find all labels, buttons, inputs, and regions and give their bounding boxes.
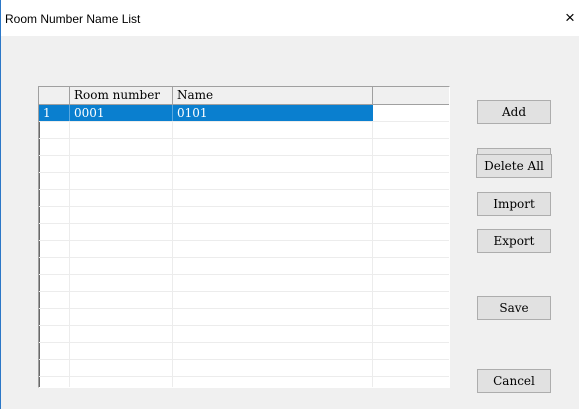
grid-line (39, 325, 449, 326)
grid-line (172, 105, 173, 387)
window-title: Room Number Name List (5, 12, 141, 26)
add-button[interactable]: Add (477, 100, 551, 124)
column-header-room-number[interactable]: Room number (70, 87, 172, 104)
grid-line (39, 308, 449, 309)
dialog-client-area: Room number Name 1 0001 0101 Add Delete … (1, 36, 579, 409)
grid-line (69, 105, 70, 387)
grid-line (39, 121, 449, 122)
grid-line (39, 189, 449, 190)
column-header-name[interactable]: Name (173, 87, 372, 104)
grid-line (39, 257, 449, 258)
close-icon[interactable]: × (565, 6, 579, 30)
column-divider[interactable] (372, 87, 373, 104)
grid-line (39, 274, 449, 275)
cancel-button[interactable]: Cancel (477, 369, 551, 393)
save-button[interactable]: Save (477, 296, 551, 320)
row-index-cell: 1 (43, 106, 51, 120)
grid-line (39, 206, 449, 207)
grid-line (39, 138, 449, 139)
delete-all-button[interactable]: Delete All (476, 154, 552, 178)
list-header: Room number Name (39, 87, 449, 105)
title-bar[interactable]: Room Number Name List × (1, 0, 579, 36)
grid-line (39, 172, 449, 173)
grid-line (39, 359, 449, 360)
grid-line (39, 291, 449, 292)
room-number-cell: 0001 (74, 106, 105, 120)
grid-line (372, 105, 373, 387)
grid-line (39, 376, 449, 377)
grid-line (39, 155, 449, 156)
import-button[interactable]: Import (477, 192, 551, 216)
table-row[interactable]: 1 0001 0101 (39, 105, 373, 121)
grid-line (39, 342, 449, 343)
column-header-index[interactable] (39, 87, 69, 104)
grid-line (39, 240, 449, 241)
room-list-view[interactable]: Room number Name 1 0001 0101 (38, 86, 450, 388)
export-button[interactable]: Export (477, 229, 551, 253)
grid-line (39, 223, 449, 224)
name-cell: 0101 (177, 106, 208, 120)
